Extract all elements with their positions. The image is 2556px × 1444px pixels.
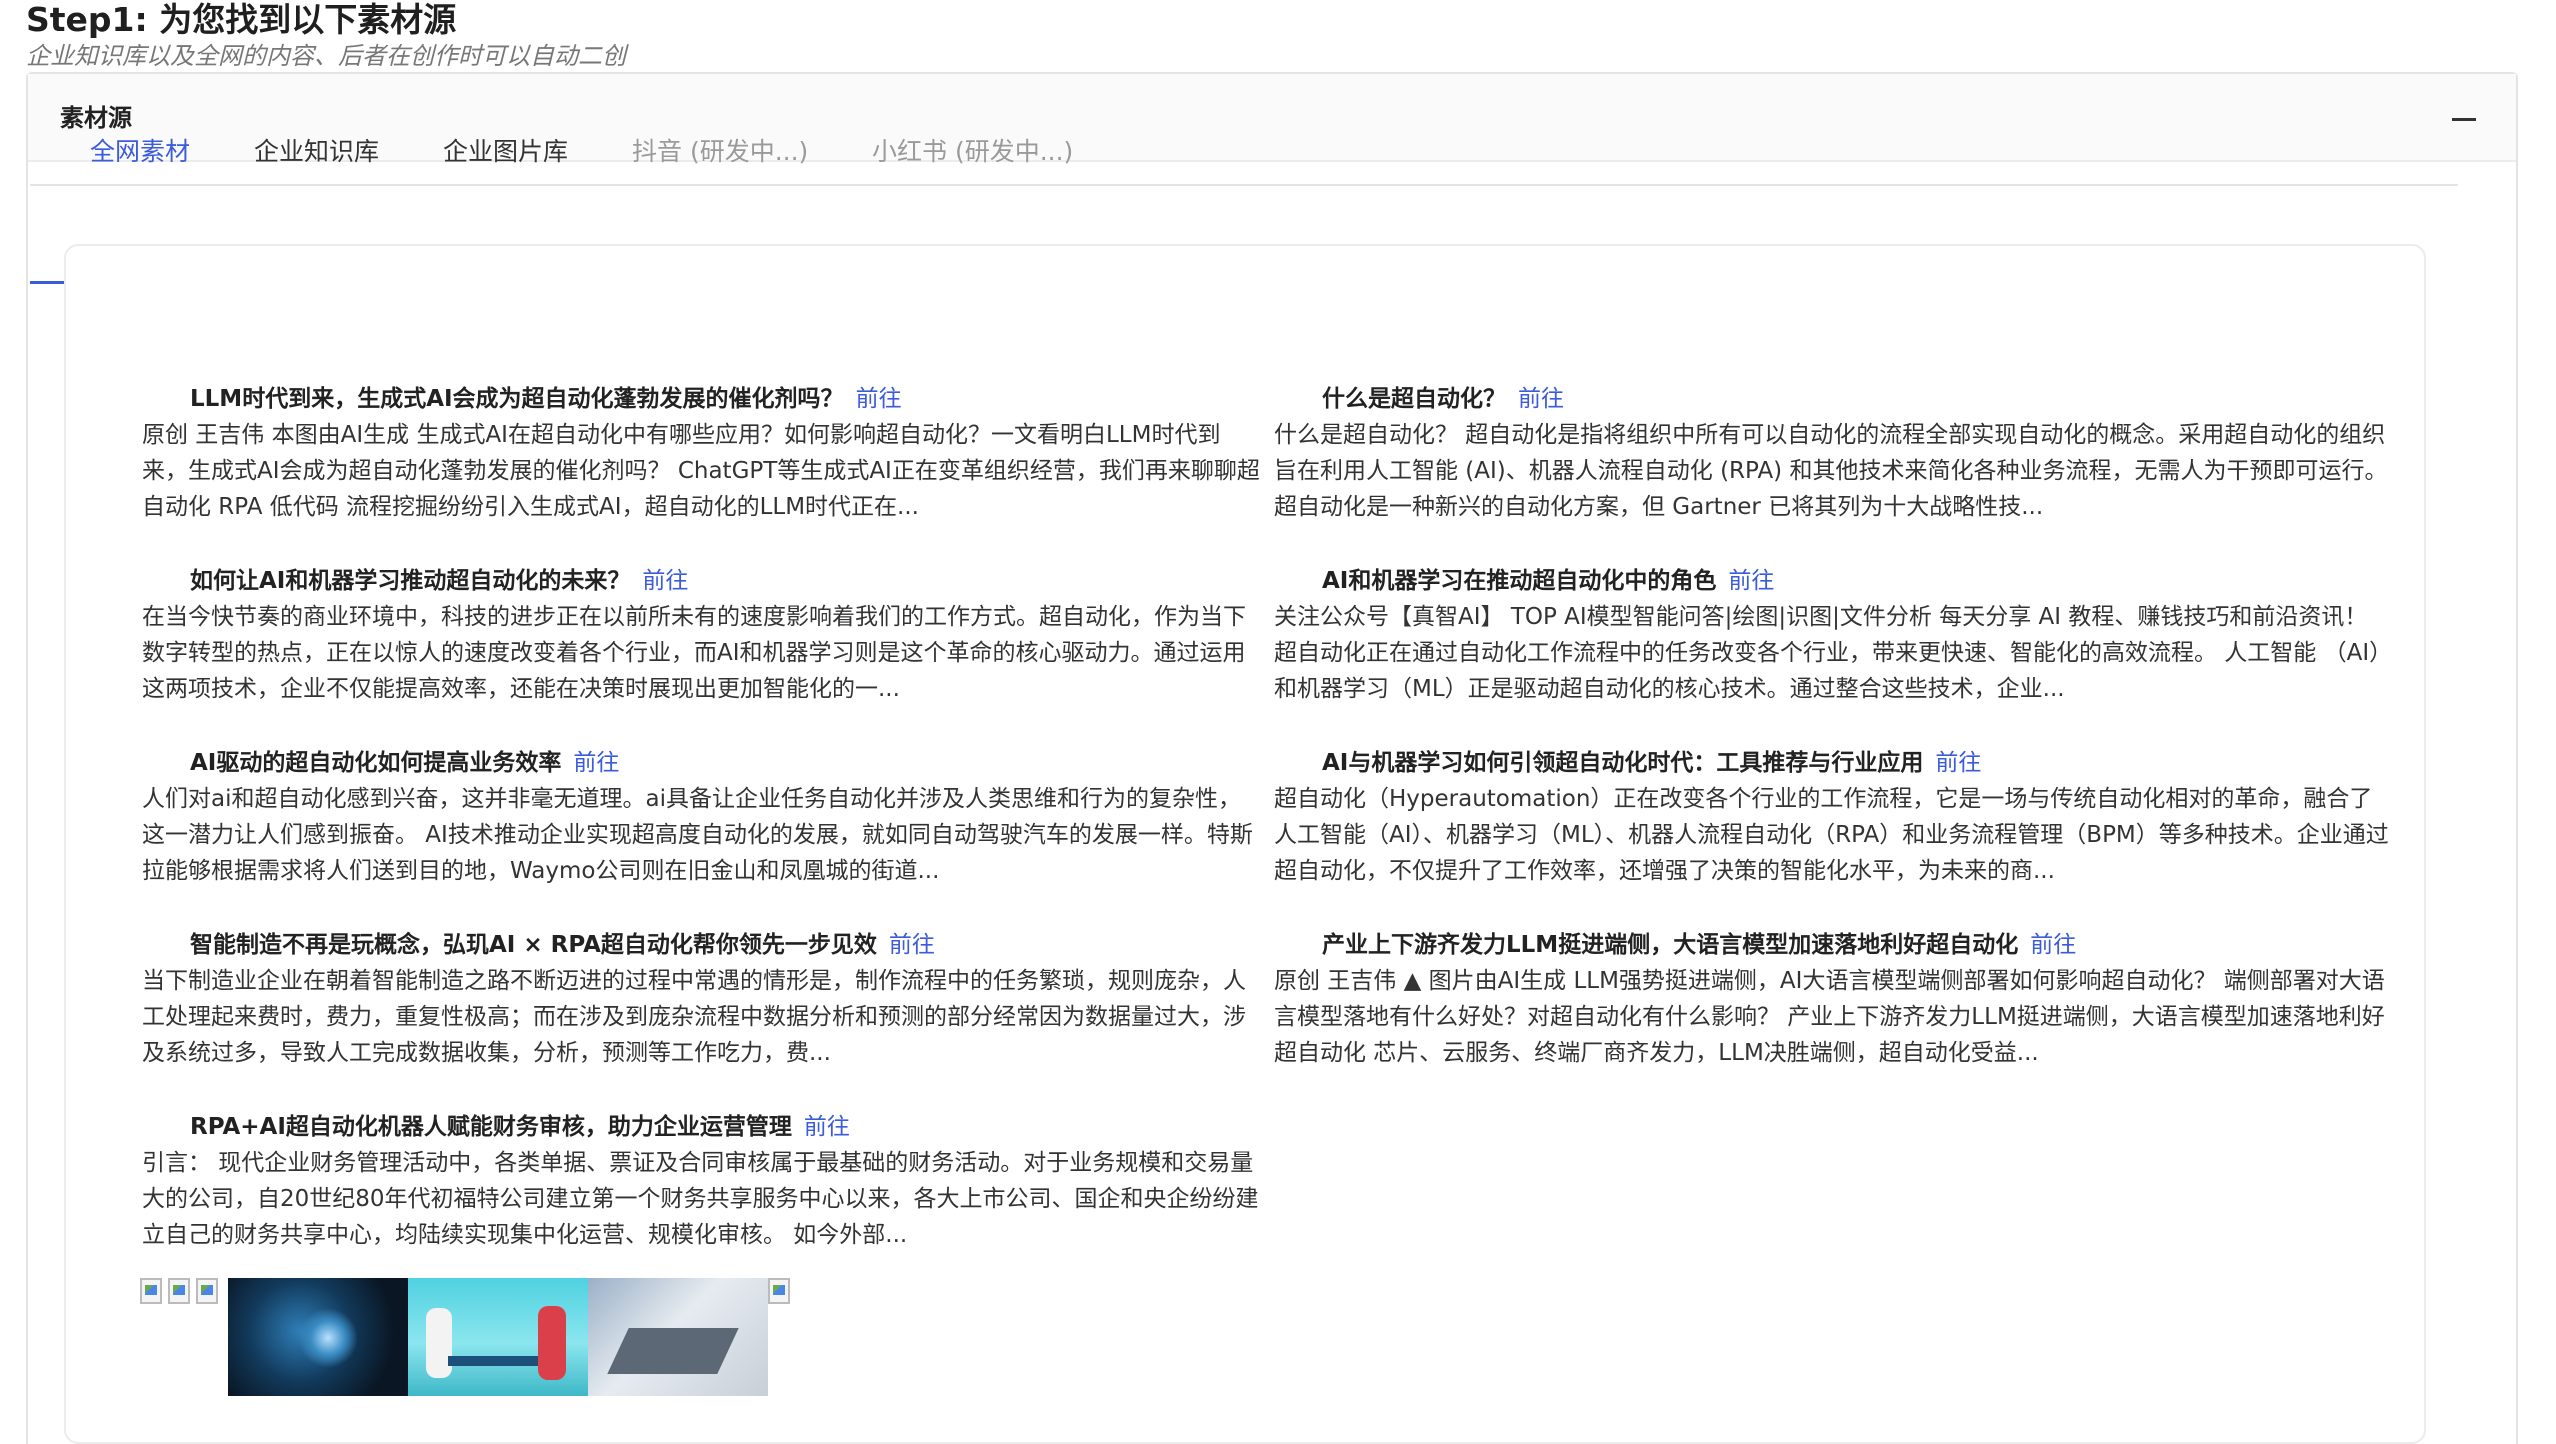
minus-icon[interactable] bbox=[2452, 118, 2476, 121]
tab-enterprise-knowledge[interactable]: 企业知识库 bbox=[254, 130, 379, 186]
list-item: 产业上下游齐发力LLM挺进端侧，大语言模型加速落地利好超自动化 前往 原创 王吉伟… bbox=[1274, 927, 2394, 1071]
step-title: Step1: 为您找到以下素材源 bbox=[26, 0, 457, 39]
go-link[interactable]: 前往 bbox=[1935, 750, 1981, 776]
item-title: AI与机器学习如何引领超自动化时代：工具推荐与行业应用 前往 bbox=[1322, 750, 1982, 776]
white-robot-shape bbox=[426, 1308, 452, 1378]
item-summary: 原创 王吉伟 ▲ 图片由AI生成 LLM强势挺进端侧，AI大语言模型端侧部署如何… bbox=[1274, 968, 2385, 1066]
item-summary: 关注公众号【真智AI】 TOP AI模型智能问答|绘图|识图|文件分析 每天分享… bbox=[1274, 604, 2393, 702]
step-subtitle: 企业知识库以及全网的内容、后者在创作时可以自动二创 bbox=[26, 42, 626, 70]
list-item: AI驱动的超自动化如何提高业务效率 前往 人们对ai和超自动化感到兴奋，这并非毫无… bbox=[142, 745, 1262, 889]
list-item: RPA+AI超自动化机器人赋能财务审核，助力企业运营管理 前往 引言： 现代企业财… bbox=[142, 1109, 1262, 1253]
item-summary: 原创 王吉伟 本图由AI生成 生成式AI在超自动化中有哪些应用？如何影响超自动化… bbox=[142, 422, 1260, 520]
item-summary: 超自动化（Hyperautomation）正在改变各个行业的工作流程，它是一场与… bbox=[1274, 786, 2389, 884]
item-summary: 什么是超自动化？ 超自动化是指将组织中所有可以自动化的流程全部实现自动化的概念。… bbox=[1274, 422, 2388, 520]
go-link[interactable]: 前往 bbox=[573, 750, 619, 776]
go-link[interactable]: 前往 bbox=[889, 932, 935, 958]
item-title: 如何让AI和机器学习推动超自动化的未来？ 前往 bbox=[190, 568, 689, 594]
list-item: 什么是超自动化？ 前往 什么是超自动化？ 超自动化是指将组织中所有可以自动化的流程… bbox=[1274, 381, 2394, 525]
go-link[interactable]: 前往 bbox=[642, 568, 688, 594]
go-link[interactable]: 前往 bbox=[1728, 568, 1774, 594]
list-item: AI和机器学习在推动超自动化中的角色 前往 关注公众号【真智AI】 TOP AI模… bbox=[1274, 563, 2394, 707]
robots-at-desk-image[interactable] bbox=[408, 1278, 588, 1396]
item-summary: 在当今快节奏的商业环境中，科技的进步正在以前所未有的速度影响着我们的工作方式。超… bbox=[142, 604, 1246, 702]
source-tabs: 全网素材 企业知识库 企业图片库 抖音 (研发中...) 小红书 (研发中...… bbox=[30, 130, 2458, 186]
tab-web-materials[interactable]: 全网素材 bbox=[90, 130, 190, 186]
page: Step1: 为您找到以下素材源 企业知识库以及全网的内容、后者在创作时可以自动… bbox=[0, 0, 2556, 1444]
tab-douyin[interactable]: 抖音 (研发中...) bbox=[632, 130, 808, 186]
list-item: AI与机器学习如何引领超自动化时代：工具推荐与行业应用 前往 超自动化（Hyper… bbox=[1274, 745, 2394, 889]
list-item: 如何让AI和机器学习推动超自动化的未来？ 前往 在当今快节奏的商业环境中，科技的进… bbox=[142, 563, 1262, 707]
item-title: LLM时代到来，生成式AI会成为超自动化蓬勃发展的催化剂吗？ 前往 bbox=[190, 386, 902, 412]
desk-shape bbox=[448, 1356, 544, 1366]
go-link[interactable]: 前往 bbox=[856, 386, 902, 412]
tab-enterprise-images[interactable]: 企业图片库 bbox=[443, 130, 568, 186]
broken-image-icon[interactable] bbox=[140, 1278, 162, 1304]
handshake-laptop-image[interactable] bbox=[588, 1278, 768, 1396]
broken-image-icon[interactable] bbox=[168, 1278, 190, 1304]
robot-welding-image[interactable] bbox=[228, 1278, 408, 1396]
item-title: AI和机器学习在推动超自动化中的角色 前往 bbox=[1322, 568, 1775, 594]
item-title: RPA+AI超自动化机器人赋能财务审核，助力企业运营管理 前往 bbox=[190, 1114, 850, 1140]
go-link[interactable]: 前往 bbox=[804, 1114, 850, 1140]
list-item: 智能制造不再是玩概念，弘玑AI × RPA超自动化帮你领先一步见效 前往 当下制造… bbox=[142, 927, 1262, 1071]
broken-image-icon[interactable] bbox=[768, 1278, 790, 1304]
list-item: LLM时代到来，生成式AI会成为超自动化蓬勃发展的催化剂吗？ 前往 原创 王吉伟 … bbox=[142, 381, 1262, 525]
red-robot-shape bbox=[538, 1306, 566, 1380]
item-title: 什么是超自动化？ 前往 bbox=[1322, 386, 1564, 412]
broken-image-icon[interactable] bbox=[196, 1278, 218, 1304]
item-summary: 当下制造业企业在朝着智能制造之路不断迈进的过程中常遇的情形是，制作流程中的任务繁… bbox=[142, 968, 1246, 1066]
item-title: AI驱动的超自动化如何提高业务效率 前往 bbox=[190, 750, 620, 776]
go-link[interactable]: 前往 bbox=[1518, 386, 1564, 412]
go-link[interactable]: 前往 bbox=[2030, 932, 2076, 958]
item-summary: 人们对ai和超自动化感到兴奋，这并非毫无道理。ai具备让企业任务自动化并涉及人类… bbox=[142, 786, 1253, 884]
item-summary: 引言： 现代企业财务管理活动中，各类单据、票证及合同审核属于最基础的财务活动。对… bbox=[142, 1150, 1259, 1248]
item-title: 智能制造不再是玩概念，弘玑AI × RPA超自动化帮你领先一步见效 前往 bbox=[190, 932, 935, 958]
tab-xiaohongshu[interactable]: 小红书 (研发中...) bbox=[872, 130, 1073, 186]
item-title: 产业上下游齐发力LLM挺进端侧，大语言模型加速落地利好超自动化 前往 bbox=[1322, 932, 2077, 958]
